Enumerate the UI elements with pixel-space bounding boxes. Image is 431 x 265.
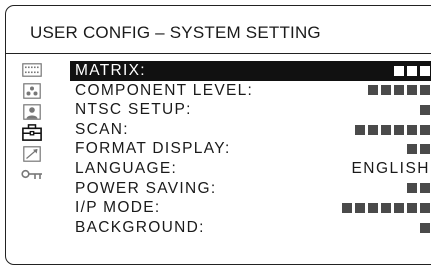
level-block <box>407 65 417 76</box>
level-indicator <box>420 100 430 120</box>
level-block <box>394 85 404 96</box>
level-indicator <box>420 218 430 238</box>
key-icon <box>21 168 43 186</box>
level-block <box>368 202 378 213</box>
level-block <box>381 124 391 135</box>
level-block <box>407 85 417 96</box>
level-indicator <box>368 81 430 101</box>
level-indicator <box>394 61 430 81</box>
sidebar-item-user[interactable] <box>20 103 44 125</box>
sidebar-item-mode[interactable] <box>20 145 44 167</box>
menu-item-language[interactable]: LANGUAGE: ENGLISH <box>70 159 431 179</box>
level-block <box>420 144 430 155</box>
level-block <box>420 85 430 96</box>
page-title: USER CONFIG – SYSTEM SETTING <box>30 23 321 42</box>
menu-item-component-level[interactable]: COMPONENT LEVEL: <box>70 81 431 101</box>
dots-cluster-icon <box>23 82 41 104</box>
menu-item-scan[interactable]: SCAN: <box>70 120 431 140</box>
level-block <box>407 124 417 135</box>
menu-item-power-saving[interactable]: POWER SAVING: <box>70 179 431 199</box>
level-block <box>420 124 430 135</box>
menu-item-label: SCAN: <box>75 120 129 138</box>
sidebar-item-image-adjust[interactable] <box>20 82 44 104</box>
level-block <box>368 85 378 96</box>
menu-item-label: MATRIX: <box>75 62 146 79</box>
level-block <box>420 65 430 76</box>
level-block <box>407 144 417 155</box>
menu-item-label: POWER SAVING: <box>75 179 217 197</box>
arrow-diagonal-icon <box>23 145 41 167</box>
level-block <box>407 183 417 194</box>
sidebar-item-picture[interactable] <box>20 62 44 82</box>
settings-menu: MATRIX: COMPONENT LEVEL: NTSC SETUP: SCA… <box>70 61 431 237</box>
menu-item-ip-mode[interactable]: I/P MODE: <box>70 198 431 218</box>
level-block <box>355 124 365 135</box>
level-indicator <box>355 120 430 140</box>
menu-item-label: COMPONENT LEVEL: <box>75 81 254 99</box>
level-block <box>394 202 404 213</box>
level-block <box>355 202 365 213</box>
level-block <box>381 85 391 96</box>
level-indicator <box>407 179 430 199</box>
level-block <box>420 183 430 194</box>
menu-item-ntsc-setup[interactable]: NTSC SETUP: <box>70 100 431 120</box>
menu-item-background[interactable]: BACKGROUND: <box>70 218 431 238</box>
level-block <box>420 202 430 213</box>
language-value: ENGLISH <box>351 159 430 177</box>
menu-item-label: FORMAT DISPLAY: <box>75 140 231 158</box>
level-block <box>394 124 404 135</box>
menu-item-label: LANGUAGE: <box>75 159 178 177</box>
title-divider <box>6 53 431 54</box>
level-block <box>394 65 404 76</box>
level-block <box>342 202 352 213</box>
level-block <box>368 124 378 135</box>
sidebar-item-system-setting[interactable] <box>20 124 44 146</box>
level-block <box>407 202 417 213</box>
picture-grid-icon <box>22 62 42 82</box>
level-block <box>420 104 430 115</box>
level-block <box>381 202 391 213</box>
menu-item-label: BACKGROUND: <box>75 218 205 236</box>
level-indicator <box>342 198 430 218</box>
level-block <box>420 222 430 233</box>
level-indicator <box>407 139 430 159</box>
person-icon <box>23 103 41 125</box>
menu-item-label: NTSC SETUP: <box>75 101 192 119</box>
sidebar-item-key-lock[interactable] <box>20 167 44 187</box>
toolbox-icon <box>22 124 42 146</box>
menu-item-matrix[interactable]: MATRIX: <box>70 61 431 81</box>
menu-item-label: I/P MODE: <box>75 199 161 217</box>
menu-item-format-display[interactable]: FORMAT DISPLAY: <box>70 139 431 159</box>
